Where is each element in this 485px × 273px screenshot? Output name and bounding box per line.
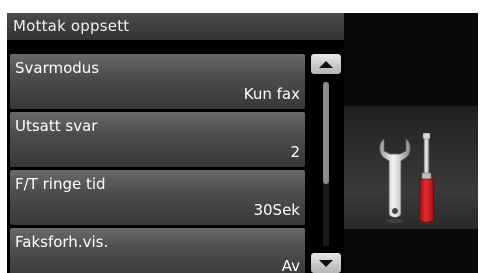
- scroll-up-button[interactable]: [311, 54, 341, 74]
- page-title: Mottak oppsett: [7, 13, 344, 40]
- tools-background: [344, 106, 478, 229]
- scroll-down-button[interactable]: [311, 253, 341, 273]
- menu-item-label: Faksforh.vis.: [15, 233, 109, 251]
- scrollbar[interactable]: [311, 54, 341, 273]
- menu-item-label: Svarmodus: [15, 59, 100, 77]
- triangle-down-icon: [319, 259, 333, 267]
- menu-list: Svarmodus Kun fax Utsatt svar 2 F/T ring…: [10, 54, 305, 273]
- menu-item-faksforh-vis[interactable]: Faksforh.vis. Av: [10, 228, 305, 273]
- menu-item-value: Kun fax: [243, 85, 300, 103]
- menu-item-value: 2: [290, 143, 300, 161]
- triangle-up-icon: [319, 60, 333, 68]
- menu-item-utsatt-svar[interactable]: Utsatt svar 2: [10, 112, 305, 167]
- wrench-screwdriver-icon: [379, 133, 435, 225]
- menu-item-ft-ringe-tid[interactable]: F/T ringe tid 30Sek: [10, 170, 305, 225]
- illustration-panel: [344, 13, 478, 273]
- menu-item-svarmodus[interactable]: Svarmodus Kun fax: [10, 54, 305, 109]
- menu-item-value: Av: [281, 257, 300, 273]
- menu-item-label: F/T ringe tid: [15, 175, 106, 193]
- menu-item-label: Utsatt svar: [15, 117, 98, 135]
- menu-item-value: 30Sek: [253, 201, 300, 219]
- settings-panel: Mottak oppsett Svarmodus Kun fax Utsatt …: [7, 13, 344, 273]
- lcd-screen: Mottak oppsett Svarmodus Kun fax Utsatt …: [7, 13, 478, 273]
- scroll-thumb[interactable]: [323, 82, 329, 184]
